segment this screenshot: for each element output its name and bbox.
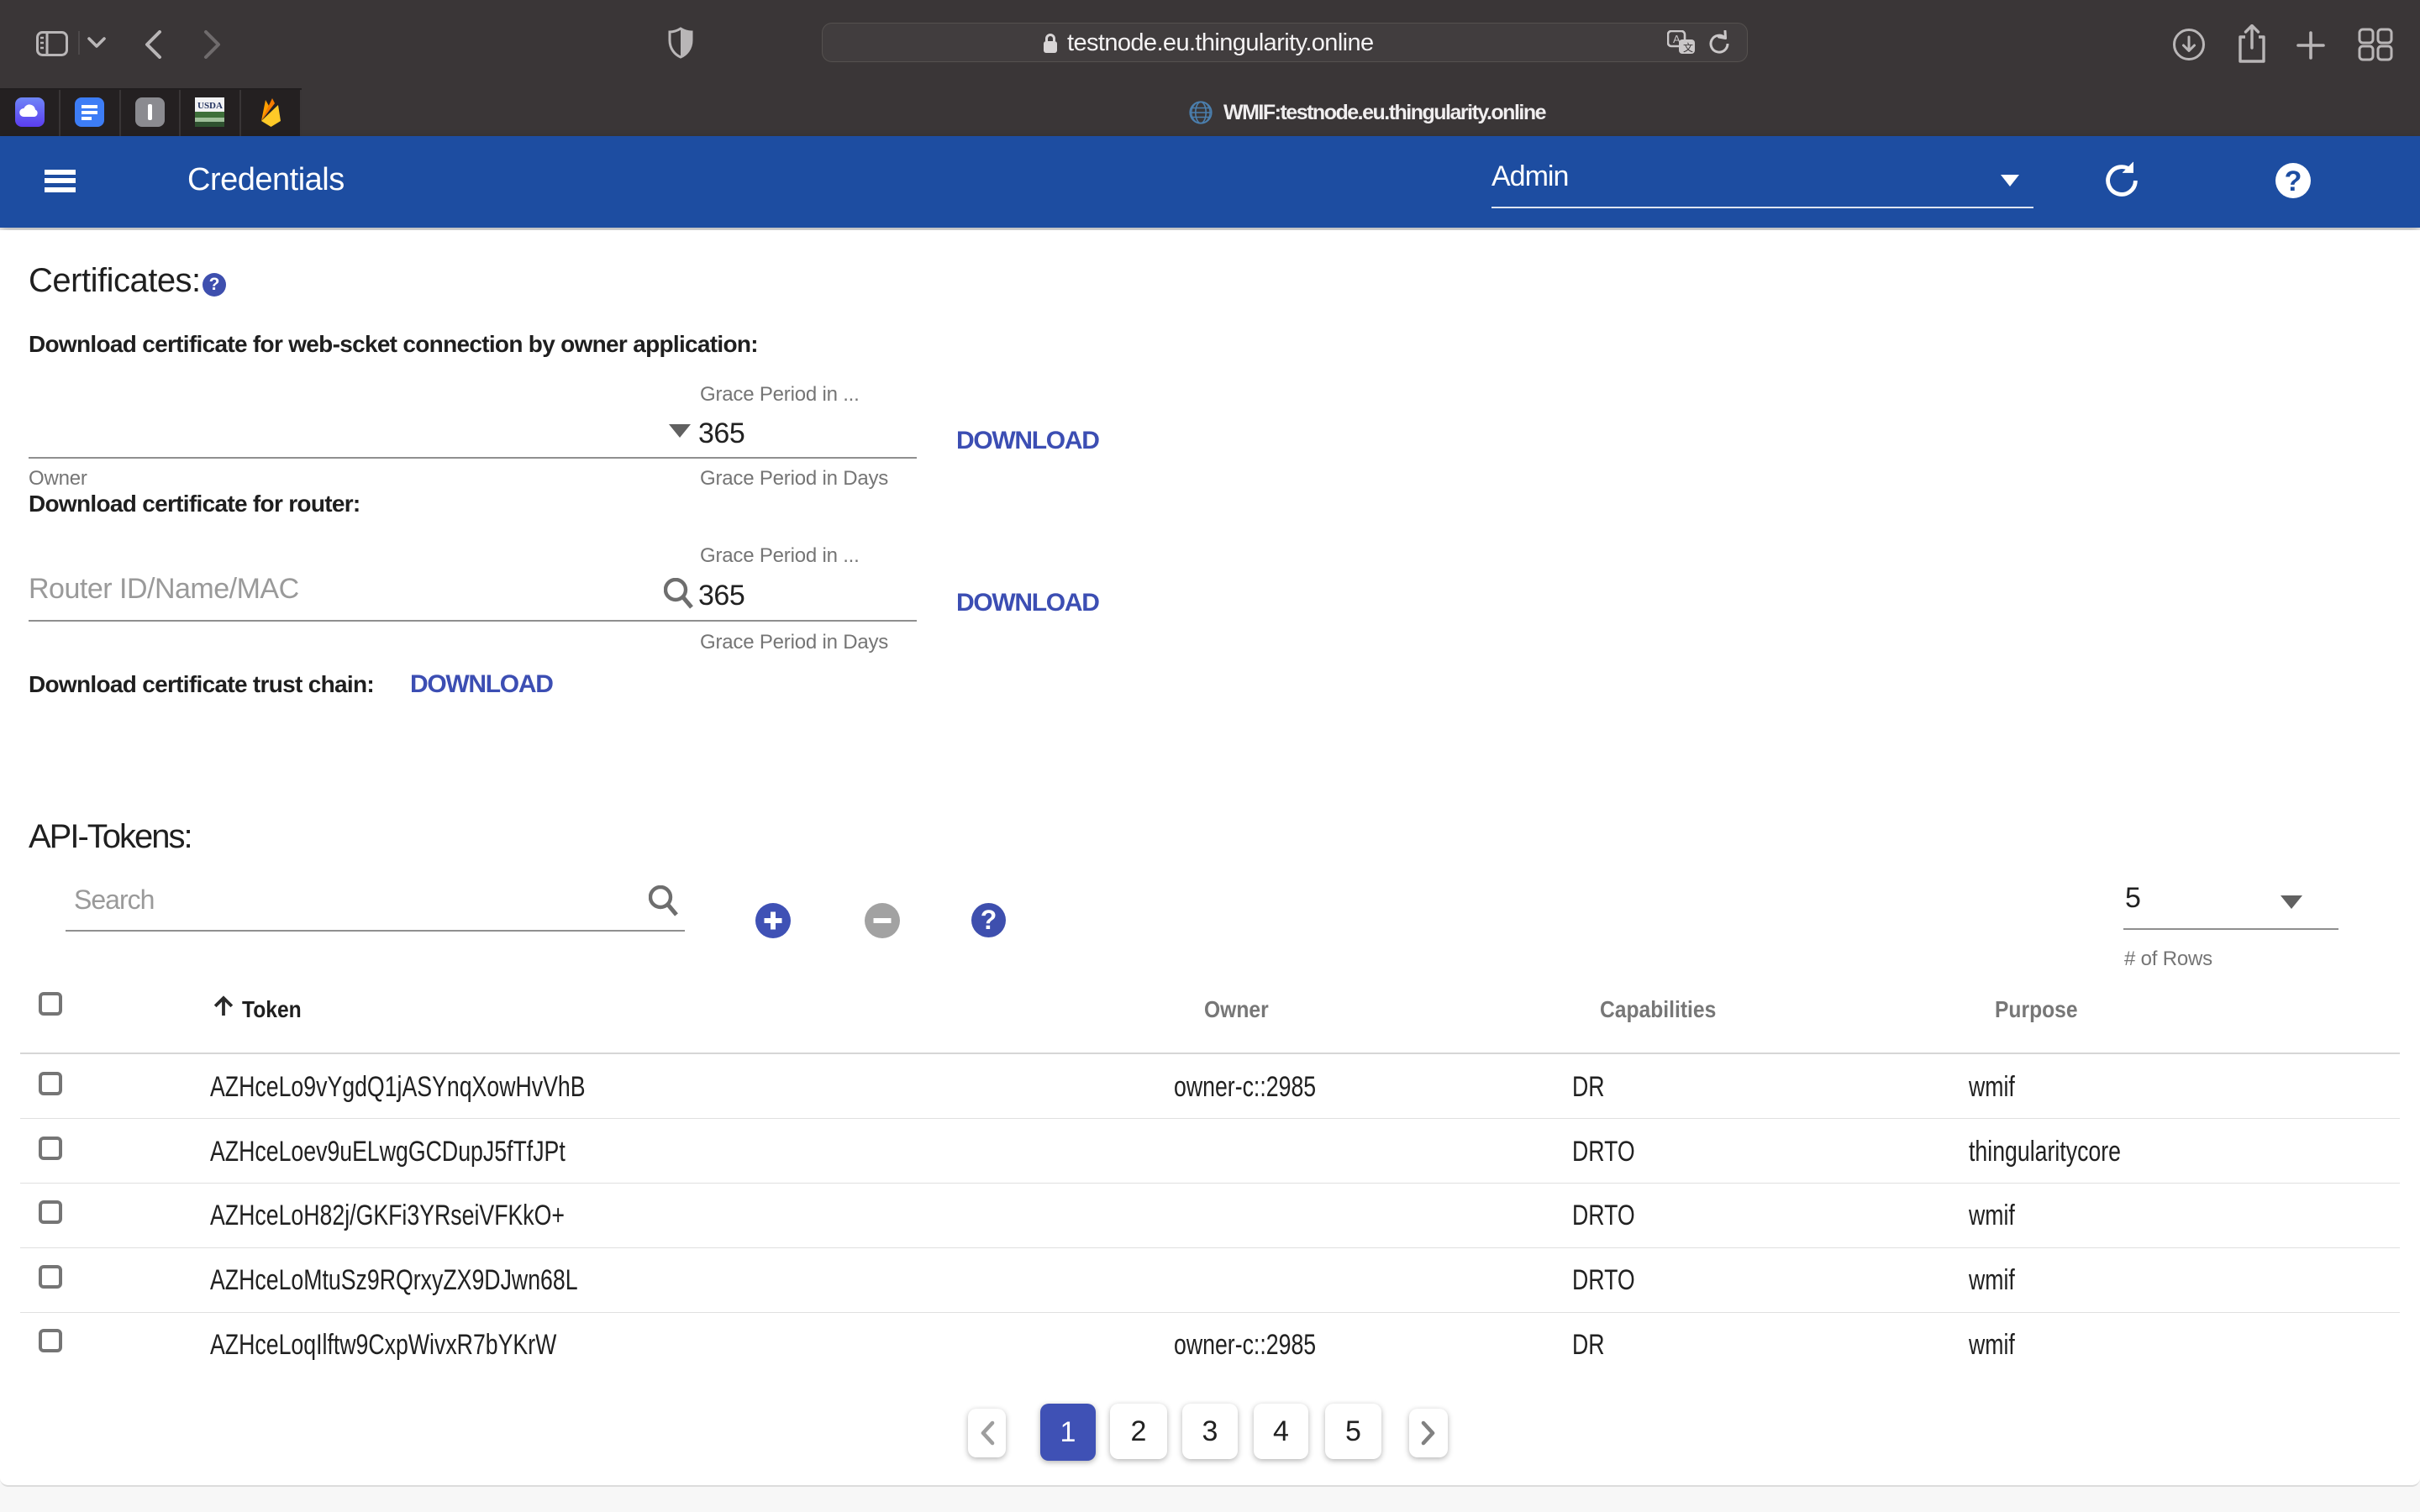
svg-text:文: 文 [1683,41,1693,54]
svg-text:USDA: USDA [197,101,223,111]
